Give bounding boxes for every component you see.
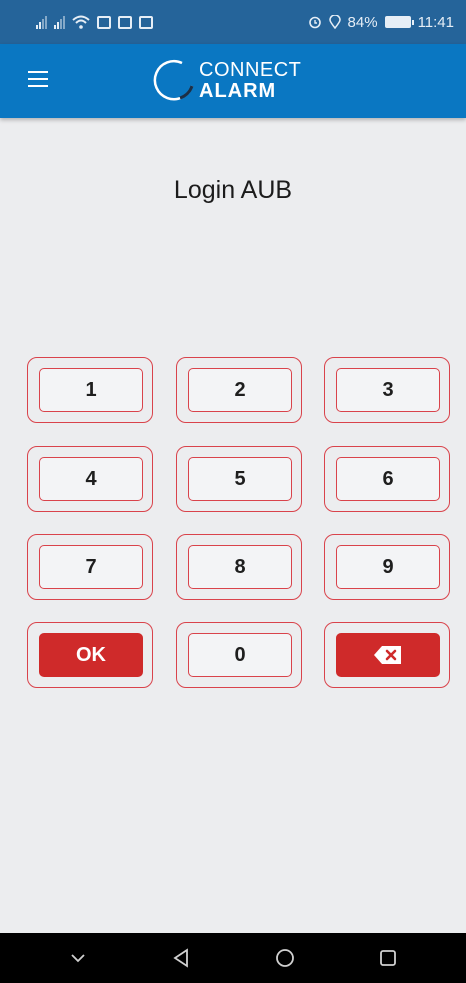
key-2-button[interactable]: 2 [176, 357, 302, 423]
clock-time: 11:41 [417, 13, 454, 31]
key-7-button[interactable]: 7 [27, 534, 153, 600]
logo-ring-icon [153, 59, 194, 101]
status-bar: 84% 11:41 [0, 0, 466, 44]
alarm-clock-icon [308, 16, 321, 29]
backspace-icon [374, 646, 401, 664]
key-1-label: 1 [39, 368, 143, 412]
chevron-down-icon[interactable] [48, 938, 108, 978]
signal-icon [36, 15, 47, 29]
system-nav-bar [0, 933, 466, 983]
key-2-label: 2 [188, 368, 292, 412]
key-1-button[interactable]: 1 [27, 357, 153, 423]
connect-alarm-logo: CONNECT ALARM [152, 58, 301, 102]
delete-button-face [336, 633, 440, 677]
key-9-button[interactable]: 9 [324, 534, 450, 600]
app-bar: CONNECT ALARM [0, 44, 466, 118]
key-5-label: 5 [188, 457, 292, 501]
key-4-label: 4 [39, 457, 143, 501]
key-9-label: 9 [336, 545, 440, 589]
status-right-icons: 84% 11:41 [308, 14, 454, 31]
key-4-button[interactable]: 4 [27, 446, 153, 512]
key-0-label: 0 [188, 633, 292, 677]
key-7-label: 7 [39, 545, 143, 589]
back-triangle-icon[interactable] [151, 938, 211, 978]
key-5-button[interactable]: 5 [176, 446, 302, 512]
hamburger-menu-icon[interactable] [28, 71, 48, 87]
wifi-icon [72, 15, 90, 29]
image-icon [97, 15, 111, 29]
signal-icon-2 [54, 15, 65, 29]
location-icon [328, 15, 341, 29]
key-3-button[interactable]: 3 [324, 357, 450, 423]
recents-square-icon[interactable] [358, 938, 418, 978]
logo-line-1: CONNECT [199, 58, 302, 81]
key-8-button[interactable]: 8 [176, 534, 302, 600]
key-6-button[interactable]: 6 [324, 446, 450, 512]
key-6-label: 6 [336, 457, 440, 501]
battery-icon [384, 16, 414, 28]
logo-line-2: ALARM [199, 79, 277, 102]
ok-button[interactable]: OK [27, 622, 153, 688]
ok-label: OK [39, 633, 143, 677]
nfc-icon [118, 15, 132, 29]
status-left-icons [36, 15, 153, 29]
key-3-label: 3 [336, 368, 440, 412]
key-8-label: 8 [188, 545, 292, 589]
key-0-button[interactable]: 0 [176, 622, 302, 688]
delete-button[interactable] [324, 622, 450, 688]
cast-icon [139, 15, 153, 29]
page-title: Login AUB [173, 176, 293, 204]
logo-text: CONNECT ALARM [199, 60, 301, 101]
home-circle-icon[interactable] [255, 938, 315, 978]
battery-percent: 84% [347, 13, 378, 31]
